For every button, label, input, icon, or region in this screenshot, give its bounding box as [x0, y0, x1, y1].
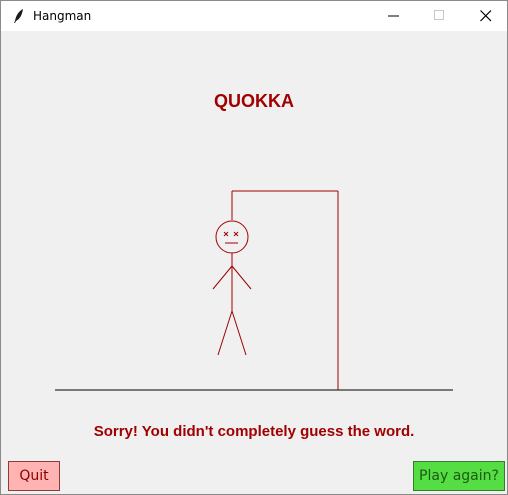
quit-button[interactable]: Quit [8, 461, 60, 491]
maximize-icon [434, 10, 444, 20]
result-message: Sorry! You didn't completely guess the w… [93, 423, 415, 440]
close-button[interactable] [463, 1, 508, 31]
window-title: Hangman [33, 9, 92, 23]
play-again-button[interactable]: Play again? [413, 461, 505, 491]
minimize-button[interactable] [371, 1, 417, 31]
feather-icon [14, 9, 23, 23]
hangman-left-leg [217, 310, 233, 356]
hangman-window: Hangman QUOKKA Sorry! You didn't complet… [0, 0, 508, 495]
hangman-left-arm [212, 265, 233, 290]
dead-eyes [223, 231, 239, 237]
close-icon [480, 10, 492, 22]
hangman-right-arm [231, 265, 252, 290]
hangman-drawing [55, 190, 453, 391]
hangman-right-leg [231, 310, 247, 356]
title-bar[interactable]: Hangman [1, 1, 507, 31]
maximize-button[interactable] [417, 1, 463, 31]
hangman-head [215, 220, 249, 254]
minimize-icon [388, 15, 399, 17]
